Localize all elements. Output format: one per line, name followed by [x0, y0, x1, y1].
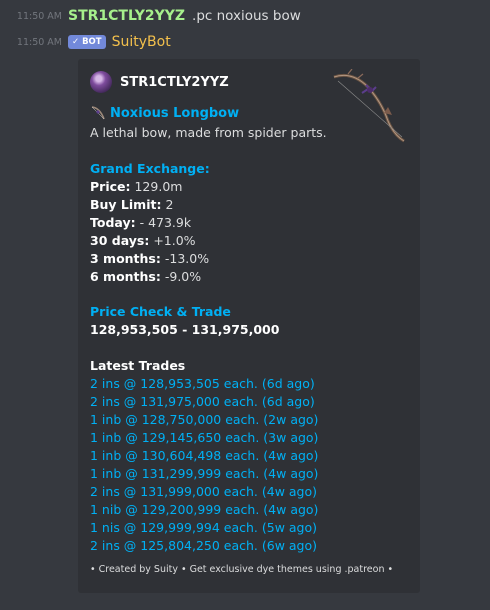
- trade-link[interactable]: 2 ins @ 131,999,000 each. (4w ago): [90, 484, 317, 499]
- message-text: .pc noxious bow: [192, 8, 301, 24]
- item-description: A lethal bow, made from spider parts.: [90, 125, 327, 140]
- embed-author: STR1CTLY2YYZ: [90, 71, 229, 93]
- embed-author-name: STR1CTLY2YYZ: [120, 74, 229, 90]
- ge-row: 6 months: -9.0%: [90, 269, 201, 284]
- ge-label: 3 months:: [90, 251, 161, 266]
- ge-row: Buy Limit: 2: [90, 197, 173, 212]
- trade-link[interactable]: 1 nib @ 129,200,999 each. (4w ago): [90, 502, 318, 517]
- message-author[interactable]: STR1CTLY2YYZ: [68, 8, 185, 24]
- ge-row: 30 days: +1.0%: [90, 233, 196, 248]
- item-name-link[interactable]: Noxious Longbow: [110, 106, 239, 121]
- ge-value: 129.0m: [134, 179, 183, 194]
- ge-row: 3 months: -13.0%: [90, 251, 209, 266]
- message-timestamp: 11:50 AM: [16, 36, 62, 48]
- user-message: 11:50 AM STR1CTLY2YYZ .pc noxious bow: [0, 6, 301, 26]
- ge-label: 6 months:: [90, 269, 161, 284]
- trade-link[interactable]: 1 inb @ 130,604,498 each. (4w ago): [90, 448, 318, 463]
- trade-link[interactable]: 1 nis @ 129,999,994 each. (5w ago): [90, 520, 317, 535]
- ge-label: 30 days:: [90, 233, 150, 248]
- ge-label: Buy Limit:: [90, 197, 162, 212]
- ge-value: +1.0%: [153, 233, 196, 248]
- price-check-title: Price Check & Trade: [90, 304, 231, 319]
- trade-link[interactable]: 2 ins @ 128,953,505 each. (6d ago): [90, 376, 315, 391]
- item-title-row: Noxious Longbow: [90, 105, 239, 121]
- embed-footer: • Created by Suity • Get exclusive dye t…: [90, 564, 394, 575]
- bow-thumbnail-icon[interactable]: [328, 69, 408, 144]
- bow-icon: [91, 106, 105, 120]
- avatar: [90, 71, 112, 93]
- bot-badge: ✓ BOT: [68, 35, 106, 49]
- trade-link[interactable]: 2 ins @ 131,975,000 each. (6d ago): [90, 394, 315, 409]
- message-author[interactable]: SuityBot: [112, 34, 171, 50]
- trade-link[interactable]: 1 inb @ 129,145,650 each. (3w ago): [90, 430, 318, 445]
- trade-link[interactable]: 1 inb @ 128,750,000 each. (2w ago): [90, 412, 318, 427]
- ge-label: Today:: [90, 215, 136, 230]
- ge-value: -9.0%: [164, 269, 202, 284]
- ge-value: 2: [165, 197, 174, 212]
- latest-trades-title: Latest Trades: [90, 358, 186, 373]
- ge-value: -13.0%: [164, 251, 210, 266]
- ge-row: Price: 129.0m: [90, 179, 182, 194]
- price-range: 128,953,505 - 131,975,000: [90, 322, 280, 337]
- message-timestamp: 11:50 AM: [16, 10, 62, 22]
- trade-link[interactable]: 1 inb @ 131,299,999 each. (4w ago): [90, 466, 318, 481]
- ge-value: - 473.9k: [139, 215, 192, 230]
- price-check-embed: STR1CTLY2YYZ Noxious Longbow A lethal bo…: [78, 59, 420, 593]
- ge-row: Today: - 473.9k: [90, 215, 191, 230]
- ge-label: Price:: [90, 179, 131, 194]
- trade-link[interactable]: 2 ins @ 125,804,250 each. (6w ago): [90, 538, 317, 553]
- grand-exchange-title: Grand Exchange:: [90, 161, 210, 176]
- bot-message-header: 11:50 AM ✓ BOT SuityBot: [0, 32, 171, 52]
